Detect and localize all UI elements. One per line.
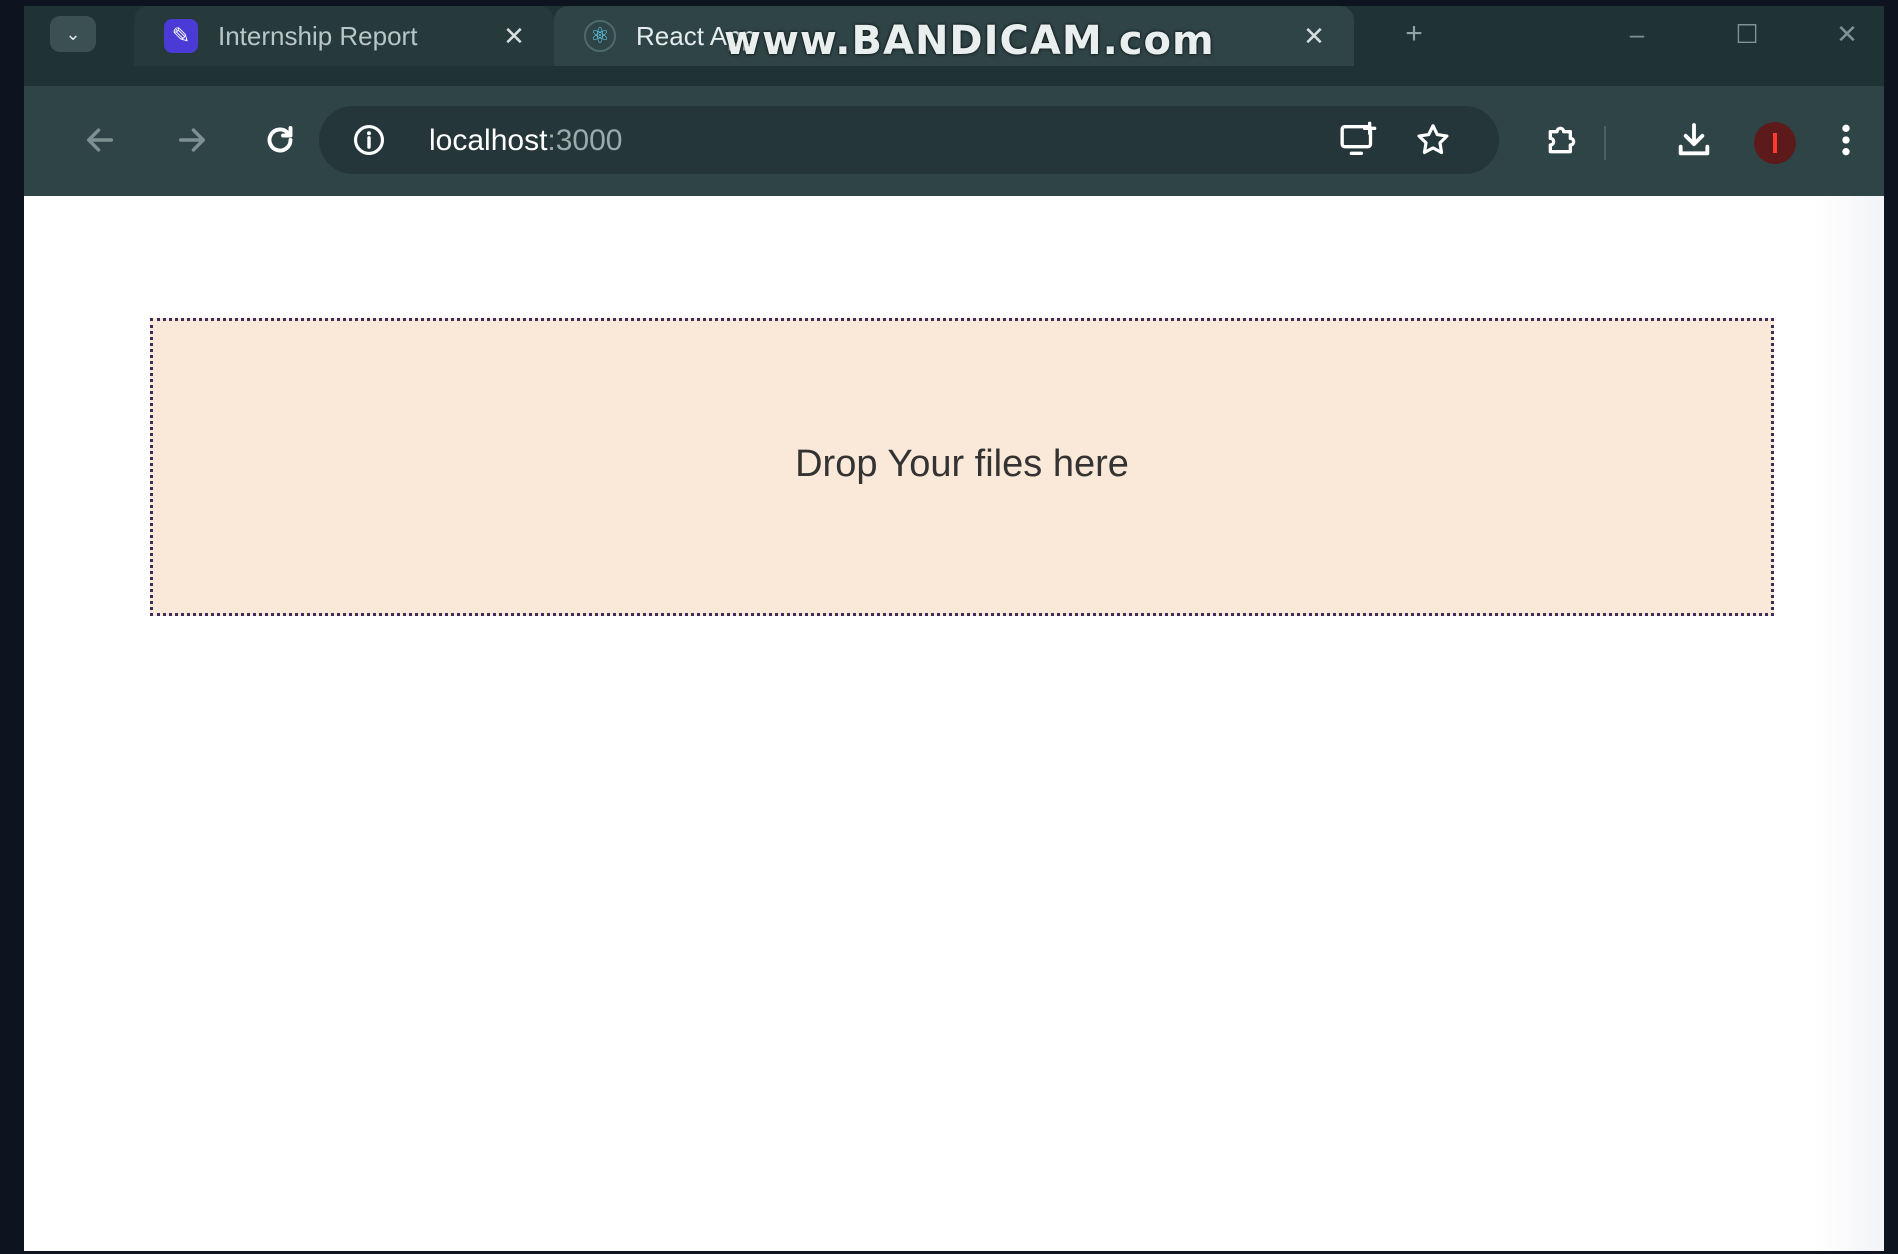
url-host: localhost (429, 124, 548, 157)
profile-icon (1773, 133, 1777, 153)
site-info-button[interactable] (349, 120, 389, 160)
browser-window: ⌄ ✎ Internship Report ✕ ⚛ React App ✕ + … (24, 6, 1884, 1251)
profile-avatar[interactable] (1754, 122, 1796, 164)
react-favicon-icon: ⚛ (584, 20, 616, 52)
extensions-button[interactable] (1536, 114, 1588, 166)
minimize-button[interactable]: – (1614, 14, 1660, 54)
kebab-menu-icon (1842, 124, 1850, 156)
dropzone-label: Drop Your files here (795, 442, 1129, 485)
url-text[interactable]: localhost:3000 (429, 124, 622, 158)
info-icon (353, 124, 385, 156)
arrow-right-icon (178, 128, 206, 152)
close-icon[interactable]: ✕ (494, 21, 534, 52)
reload-icon (267, 126, 293, 153)
url-port: :3000 (547, 124, 623, 157)
file-dropzone[interactable]: Drop Your files here (150, 318, 1774, 616)
browser-toolbar: localhost:3000 (24, 86, 1884, 196)
report-favicon-icon: ✎ (164, 19, 198, 53)
install-app-button[interactable] (1334, 116, 1382, 164)
recorder-watermark: www.BANDICAM.com (724, 18, 1215, 64)
scrollbar-track[interactable] (1814, 196, 1884, 1251)
tab-title: Internship Report (218, 20, 418, 51)
menu-button[interactable] (1820, 114, 1872, 166)
toolbar-divider (1604, 126, 1606, 160)
downloads-button[interactable] (1668, 114, 1720, 166)
chevron-down-icon: ⌄ (65, 23, 81, 44)
arrow-left-icon (86, 128, 114, 152)
reload-button[interactable] (254, 114, 306, 166)
new-tab-button[interactable]: + (1394, 14, 1434, 54)
install-app-icon (1340, 121, 1377, 155)
back-button[interactable] (74, 114, 126, 166)
page-viewport: Drop Your files here (24, 196, 1884, 1251)
forward-button[interactable] (166, 114, 218, 166)
tab-search-button[interactable]: ⌄ (50, 16, 96, 52)
maximize-button[interactable]: ☐ (1724, 14, 1770, 54)
bookmark-button[interactable] (1409, 116, 1457, 164)
puzzle-icon (1548, 126, 1576, 154)
download-icon (1678, 123, 1710, 156)
address-bar[interactable]: localhost:3000 (319, 106, 1499, 174)
tab-internship-report[interactable]: ✎ Internship Report ✕ (134, 6, 554, 66)
tab-strip: ⌄ ✎ Internship Report ✕ ⚛ React App ✕ + … (24, 6, 1884, 86)
window-close-button[interactable]: ✕ (1824, 14, 1870, 54)
close-icon[interactable]: ✕ (1294, 21, 1334, 52)
star-icon (1417, 124, 1449, 155)
